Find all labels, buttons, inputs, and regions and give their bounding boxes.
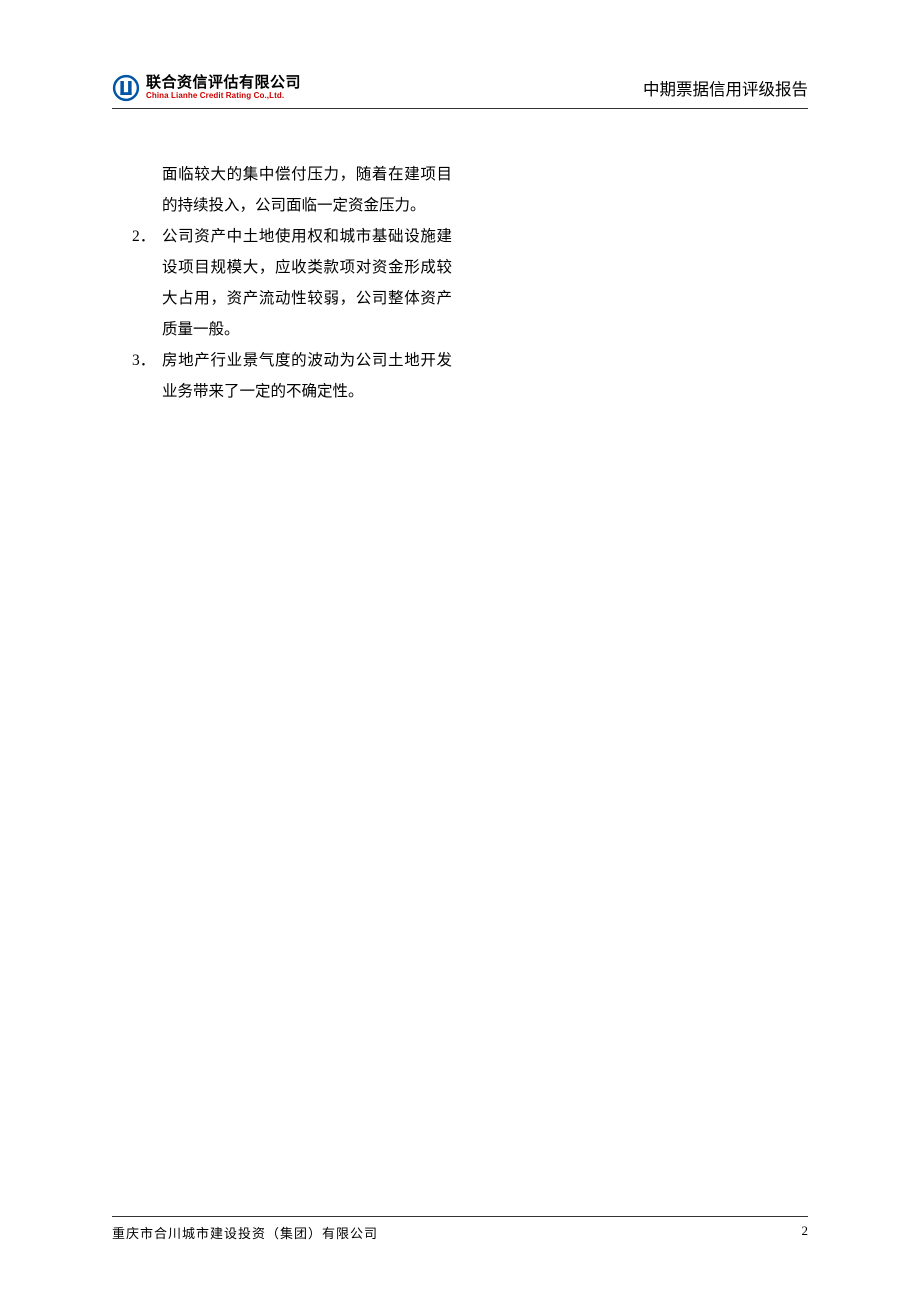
header-title: 中期票据信用评级报告 bbox=[643, 76, 808, 102]
list-number: 3． bbox=[132, 345, 162, 407]
list-text: 公司资产中土地使用权和城市基础设施建设项目规模大，应收类款项对资金形成较大占用，… bbox=[162, 221, 452, 345]
page-number: 2 bbox=[802, 1223, 809, 1242]
content-body: 面临较大的集中偿付压力，随着在建项目的持续投入，公司面临一定资金压力。 2． 公… bbox=[112, 129, 452, 407]
logo-block: 联合资信评估有限公司 China Lianhe Credit Rating Co… bbox=[112, 74, 301, 102]
footer-line: 重庆市合川城市建设投资（集团）有限公司 2 bbox=[112, 1216, 808, 1242]
list-number: 2． bbox=[132, 221, 162, 345]
logo-text-en: China Lianhe Credit Rating Co.,Ltd. bbox=[146, 92, 301, 101]
footer: 重庆市合川城市建设投资（集团）有限公司 2 bbox=[112, 1216, 808, 1242]
footer-company: 重庆市合川城市建设投资（集团）有限公司 bbox=[112, 1223, 378, 1242]
logo-text-cn: 联合资信评估有限公司 bbox=[146, 75, 301, 92]
continuation-text: 面临较大的集中偿付压力，随着在建项目的持续投入，公司面临一定资金压力。 bbox=[132, 159, 452, 221]
list-item: 2． 公司资产中土地使用权和城市基础设施建设项目规模大，应收类款项对资金形成较大… bbox=[132, 221, 452, 345]
page: 联合资信评估有限公司 China Lianhe Credit Rating Co… bbox=[0, 0, 920, 1302]
list-item: 3． 房地产行业景气度的波动为公司土地开发业务带来了一定的不确定性。 bbox=[132, 345, 452, 407]
company-logo-icon bbox=[112, 74, 140, 102]
list-text: 房地产行业景气度的波动为公司土地开发业务带来了一定的不确定性。 bbox=[162, 345, 452, 407]
header: 联合资信评估有限公司 China Lianhe Credit Rating Co… bbox=[112, 74, 808, 109]
logo-text-block: 联合资信评估有限公司 China Lianhe Credit Rating Co… bbox=[146, 75, 301, 100]
